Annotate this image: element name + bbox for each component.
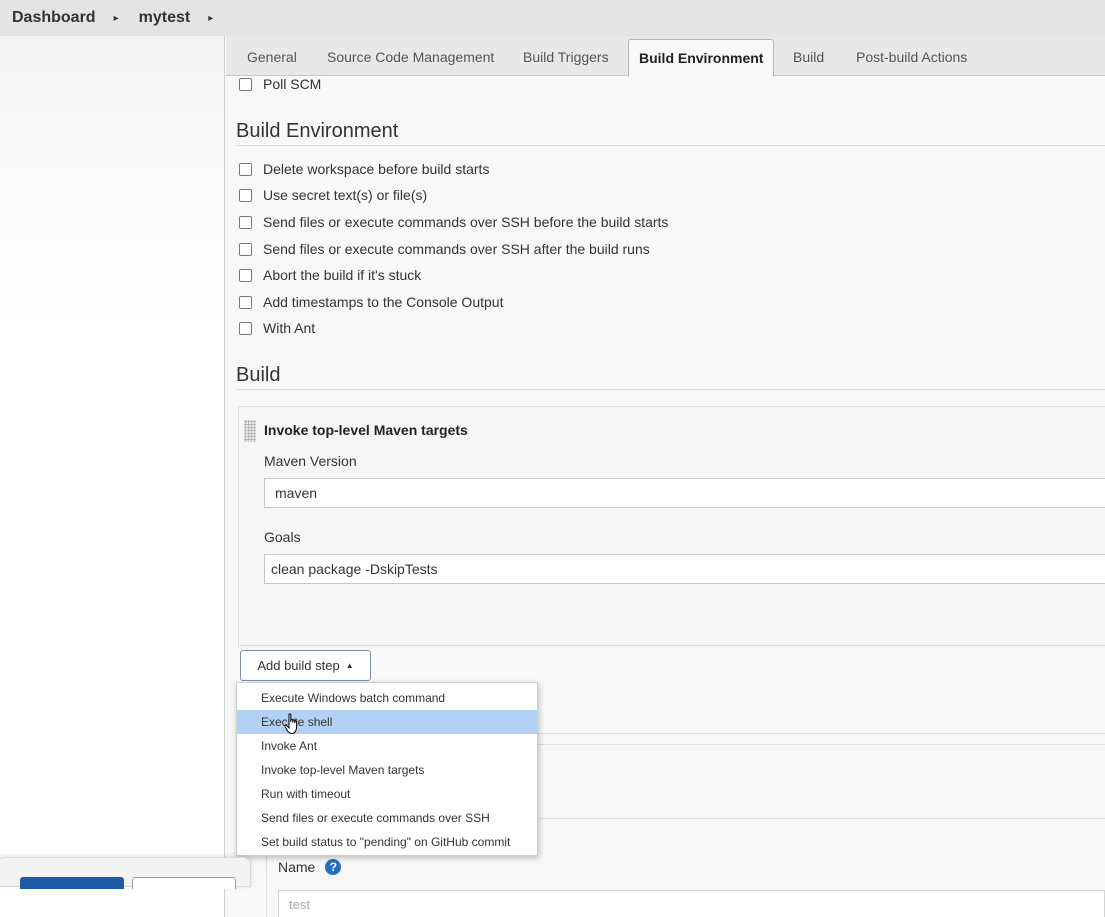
env-option-timestamps[interactable]: Add timestamps to the Console Output [239,293,503,311]
goals-label: Goals [264,529,301,545]
add-build-step-label: Add build step [257,658,340,673]
checkbox[interactable] [239,188,252,202]
section-divider [236,389,1105,390]
build-step-title: Invoke top-level Maven targets [264,422,468,438]
tab-build-triggers[interactable]: Build Triggers [521,39,611,76]
checkbox[interactable] [239,242,252,256]
section-divider [236,145,1105,146]
checkbox[interactable] [239,295,252,309]
checkbox[interactable] [239,321,252,335]
menu-item-execute-shell[interactable]: Execute shell [237,710,537,734]
menu-item-windows-batch[interactable]: Execute Windows batch command [237,686,537,710]
option-label: With Ant [263,320,316,336]
checkbox[interactable] [239,268,252,282]
save-button[interactable] [20,877,124,889]
chevron-right-icon[interactable]: ▸ [114,13,119,24]
tab-build[interactable]: Build [791,39,826,76]
option-label: Abort the build if it's stuck [263,267,422,283]
breadcrumb: Dashboard ▸ mytest ▸ [0,0,1105,36]
option-label: Send files or execute commands over SSH … [263,214,669,230]
chevron-right-icon[interactable]: ▸ [208,13,213,24]
option-label: Delete workspace before build starts [263,161,490,177]
add-build-step-button[interactable]: Add build step ▲ [240,650,371,681]
env-option-ssh-before[interactable]: Send files or execute commands over SSH … [239,213,668,231]
caret-up-icon: ▲ [345,661,354,670]
env-option-with-ant[interactable]: With Ant [239,319,315,337]
sidebar [0,36,225,917]
help-icon[interactable]: ? [325,859,342,875]
name-field-label: Name ? [278,859,342,875]
poll-scm-label: Poll SCM [263,76,322,92]
tab-build-environment[interactable]: Build Environment [628,39,775,77]
env-option-delete-workspace[interactable]: Delete workspace before build starts [239,160,489,178]
checkbox[interactable] [239,162,252,176]
name-input[interactable]: test [278,890,1105,917]
maven-version-label: Maven Version [264,453,357,469]
option-label: Send files or execute commands over SSH … [263,241,650,257]
env-option-secret-text[interactable]: Use secret text(s) or file(s) [239,186,427,204]
poll-scm-option[interactable]: Poll SCM [239,75,321,93]
tab-general[interactable]: General [245,39,299,76]
apply-button[interactable] [132,877,236,889]
env-option-abort-stuck[interactable]: Abort the build if it's stuck [239,266,421,284]
poll-scm-checkbox[interactable] [239,77,252,91]
build-step-panel: Invoke top-level Maven targets Maven Ver… [238,406,1105,648]
hand-pointer-icon [284,713,298,735]
build-title: Build [236,364,281,386]
menu-item-run-with-timeout[interactable]: Run with timeout [237,782,537,806]
menu-item-invoke-maven[interactable]: Invoke top-level Maven targets [237,758,537,782]
config-main: General Source Code Management Build Tri… [226,36,1105,917]
divider [238,645,1105,646]
breadcrumb-dashboard[interactable]: Dashboard [12,9,96,27]
tab-source-code-management[interactable]: Source Code Management [325,39,496,76]
option-label: Add timestamps to the Console Output [263,294,504,310]
menu-item-ssh-commands[interactable]: Send files or execute commands over SSH [237,806,537,830]
name-label-text: Name [278,859,316,875]
maven-version-select[interactable]: maven [264,478,1105,508]
config-tabs: General Source Code Management Build Tri… [226,36,1105,77]
breadcrumb-mytest[interactable]: mytest [139,9,191,27]
drag-handle-icon[interactable] [244,420,256,442]
checkbox[interactable] [239,215,252,229]
env-option-ssh-after[interactable]: Send files or execute commands over SSH … [239,240,650,258]
goals-input[interactable]: clean package -DskipTests [264,554,1105,584]
tab-post-build-actions[interactable]: Post-build Actions [854,39,969,76]
build-environment-title: Build Environment [236,120,399,142]
option-label: Use secret text(s) or file(s) [263,187,428,203]
menu-item-invoke-ant[interactable]: Invoke Ant [237,734,537,758]
menu-item-github-pending[interactable]: Set build status to "pending" on GitHub … [237,830,537,854]
add-build-step-menu: Execute Windows batch command Execute sh… [236,682,538,856]
